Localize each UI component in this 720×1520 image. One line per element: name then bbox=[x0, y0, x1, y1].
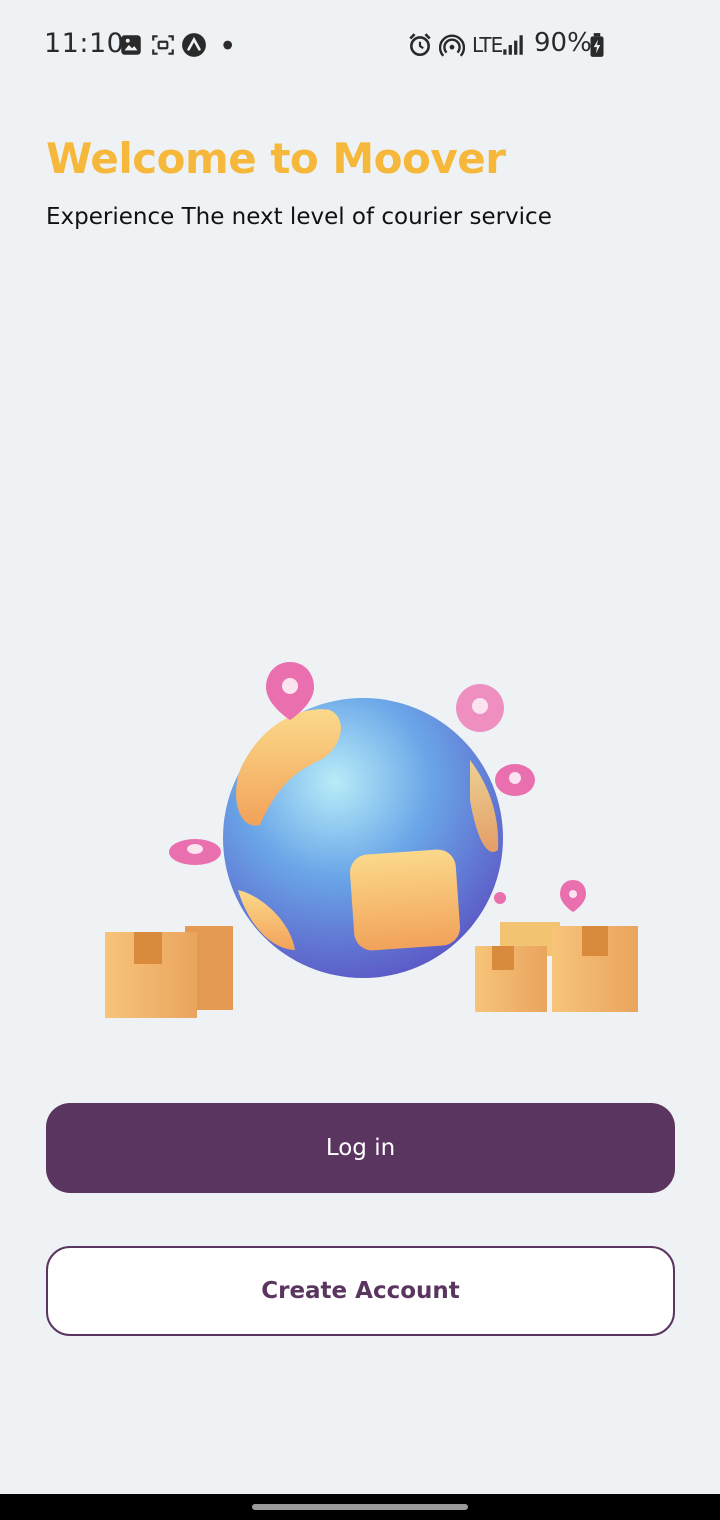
status-bar: 11:10 LTE 90% bbox=[0, 0, 720, 90]
create-account-button[interactable]: Create Account bbox=[46, 1246, 675, 1336]
location-pin-icon bbox=[495, 764, 535, 796]
battery-charging-icon bbox=[590, 33, 604, 57]
globe-icon bbox=[223, 698, 503, 978]
screen-record-icon bbox=[152, 35, 174, 55]
system-navigation-bar bbox=[0, 1494, 720, 1520]
location-dot-icon bbox=[494, 892, 506, 904]
welcome-subtitle: Experience The next level of courier ser… bbox=[46, 204, 552, 230]
package-box-icon bbox=[475, 922, 638, 1012]
location-pin-icon bbox=[169, 839, 221, 865]
alarm-icon bbox=[409, 33, 431, 57]
signal-icon bbox=[503, 35, 523, 55]
hotspot-icon bbox=[439, 34, 465, 57]
image-icon bbox=[121, 35, 141, 55]
location-pin-icon bbox=[456, 684, 504, 732]
app-icon bbox=[182, 33, 206, 57]
welcome-title: Welcome to Moover bbox=[46, 134, 506, 183]
status-time: 11:10 bbox=[44, 28, 125, 59]
dot-icon bbox=[223, 40, 232, 50]
home-gesture-handle[interactable] bbox=[252, 1504, 468, 1510]
location-pin-icon bbox=[560, 880, 586, 912]
globe-packages-illustration bbox=[105, 662, 638, 1018]
login-button[interactable]: Log in bbox=[46, 1103, 675, 1193]
package-box-icon bbox=[105, 926, 233, 1018]
network-type: LTE bbox=[472, 33, 503, 57]
